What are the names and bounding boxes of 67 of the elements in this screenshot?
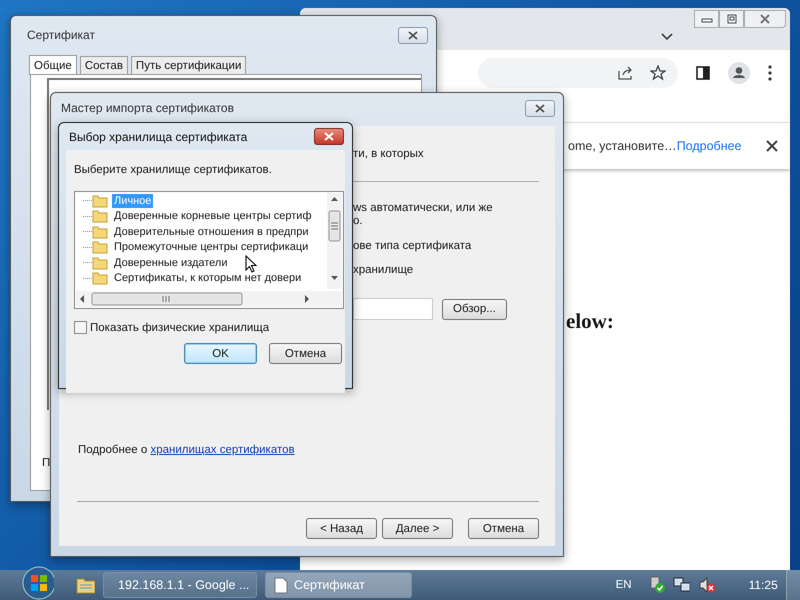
folder-icon[interactable] bbox=[76, 576, 96, 594]
language-indicator[interactable]: EN bbox=[616, 579, 632, 591]
browse-button[interactable]: Обзор... bbox=[442, 298, 507, 320]
share-icon[interactable] bbox=[618, 66, 634, 80]
checkbox[interactable] bbox=[74, 321, 87, 334]
prompt-text: Выберите хранилище сертификатов. bbox=[74, 163, 273, 177]
cursor-icon bbox=[245, 255, 257, 273]
close-button[interactable] bbox=[525, 100, 555, 116]
close-button[interactable] bbox=[398, 26, 428, 44]
vertical-scrollbar[interactable] bbox=[327, 193, 342, 289]
speaker-muted-icon[interactable] bbox=[698, 576, 715, 594]
wizard-button[interactable]: < Назад bbox=[306, 518, 377, 539]
folder-icon bbox=[92, 271, 108, 286]
clock[interactable]: 11:25 bbox=[748, 578, 778, 592]
tab[interactable]: Общие bbox=[29, 55, 77, 75]
window-title: Сертификат bbox=[27, 28, 95, 42]
folder-icon bbox=[92, 224, 108, 239]
tab[interactable]: Путь сертификации bbox=[130, 56, 246, 74]
side-panel-icon[interactable] bbox=[696, 66, 710, 80]
chevron-down-icon[interactable] bbox=[661, 33, 673, 41]
window-title: Мастер импорта сертификатов bbox=[61, 101, 234, 115]
horizontal-scrollbar[interactable] bbox=[76, 291, 342, 307]
store-field[interactable] bbox=[353, 298, 433, 320]
wizard-button[interactable]: Далее > bbox=[382, 518, 453, 539]
body-text: ws автоматически, или же bbox=[353, 202, 494, 215]
link-prefix: Подробнее о bbox=[78, 444, 148, 456]
restore-icon bbox=[726, 14, 738, 24]
body-text: о. bbox=[353, 215, 364, 228]
dialog-button[interactable]: OK bbox=[184, 343, 257, 364]
start-button[interactable] bbox=[22, 566, 54, 600]
document-icon bbox=[274, 576, 288, 594]
more-link[interactable]: Подробнее bbox=[676, 139, 742, 153]
folder-icon bbox=[92, 209, 108, 224]
tree-item[interactable]: Доверительные отношения в предпри bbox=[112, 224, 311, 239]
stores-link[interactable]: хранилищах сертификатов bbox=[150, 444, 295, 456]
close-icon bbox=[407, 30, 419, 40]
maximize-button[interactable] bbox=[719, 10, 744, 28]
tree-item[interactable]: Доверенные корневые центры сертиф bbox=[112, 209, 314, 224]
menu-icon[interactable] bbox=[768, 65, 772, 81]
minimize-button[interactable] bbox=[694, 10, 719, 28]
show-physical-checkbox[interactable]: Показать физические хранилища bbox=[74, 321, 345, 334]
checkbox-label: Показать физические хранилища bbox=[90, 322, 270, 334]
taskbar-button[interactable]: 192.168.1.1 - Google ... bbox=[103, 572, 258, 598]
tree-item[interactable]: Доверенные издатели bbox=[112, 256, 230, 270]
tree-item[interactable]: Сертификаты, к которым нет довери bbox=[112, 271, 304, 286]
header-text: ти, в которых bbox=[353, 148, 424, 160]
dialog-button[interactable]: Отмена bbox=[269, 343, 342, 364]
close-icon bbox=[534, 104, 546, 112]
star-icon[interactable] bbox=[650, 65, 666, 81]
folder-icon bbox=[92, 240, 108, 254]
tab[interactable]: Состав bbox=[80, 56, 128, 74]
close-icon bbox=[323, 132, 335, 141]
body-text: хранилище bbox=[353, 264, 414, 277]
close-button[interactable] bbox=[314, 128, 344, 145]
network-icon[interactable] bbox=[672, 576, 690, 594]
window-title: Выбор хранилища сертификата bbox=[69, 130, 248, 144]
partial-text: П bbox=[42, 457, 50, 469]
info-text: ome, установите… bbox=[568, 139, 677, 153]
body-text: ове типа сертификата bbox=[353, 240, 472, 253]
folder-icon bbox=[92, 256, 108, 270]
folder-icon bbox=[92, 194, 108, 208]
close-icon bbox=[759, 14, 771, 24]
tree-item[interactable]: Промежуточные центры сертификаци bbox=[112, 240, 310, 254]
wizard-button[interactable]: Отмена bbox=[468, 518, 539, 539]
avatar-icon[interactable] bbox=[728, 62, 750, 84]
close-icon[interactable] bbox=[766, 140, 778, 152]
page-heading: elow: bbox=[566, 309, 615, 334]
